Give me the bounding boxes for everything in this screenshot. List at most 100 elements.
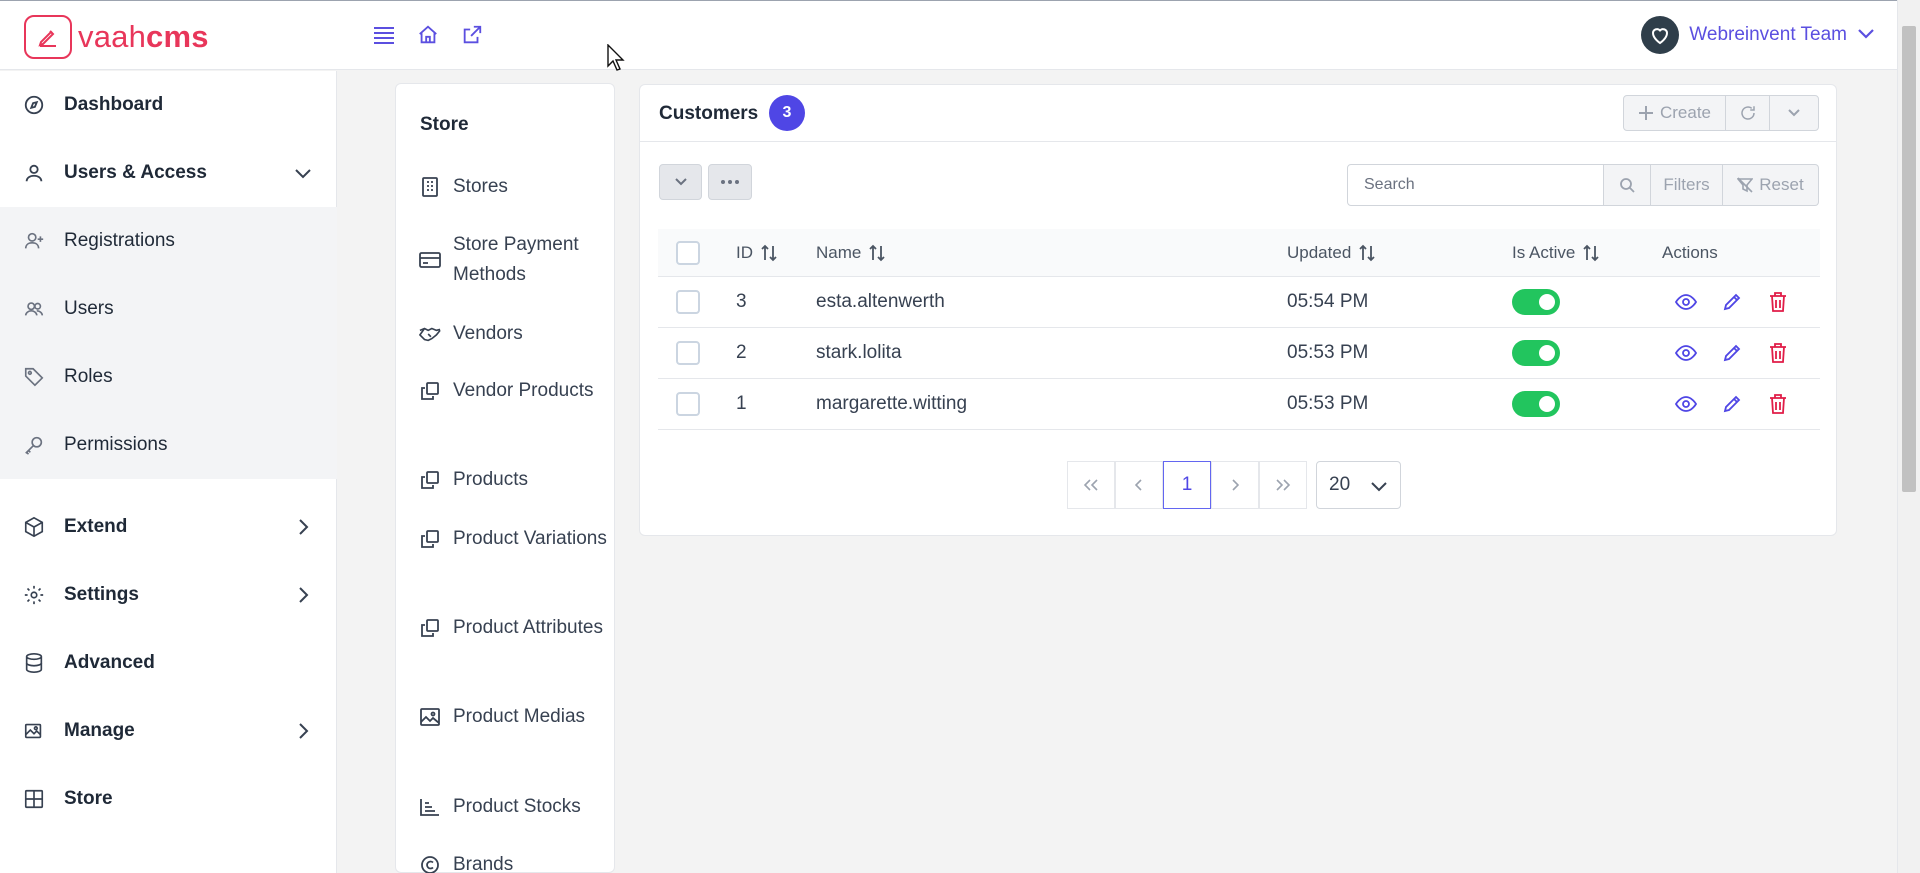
submenu-item-stores[interactable]: Stores [419,172,609,202]
search-button[interactable] [1604,164,1651,206]
clone-icon [419,617,441,639]
sidebar-item-label: Roles [64,366,113,387]
edit-icon[interactable] [1718,288,1746,316]
submenu-item-product-medias[interactable]: Product Medias [419,702,609,732]
first-page-button[interactable] [1067,461,1115,509]
create-button[interactable]: Create [1624,96,1726,130]
page-button-current[interactable]: 1 [1163,461,1211,509]
sidebar-item-label: Manage [64,720,135,741]
view-icon[interactable] [1672,390,1700,418]
submenu-item-brands[interactable]: Brands [419,850,609,873]
card-header: Customers 3 Create [640,85,1836,142]
next-page-button[interactable] [1211,461,1259,509]
reset-button-label: Reset [1759,175,1804,194]
column-header-is-active[interactable]: Is Active [1512,229,1599,276]
column-header-name[interactable]: Name [816,229,885,276]
cell-id: 1 [736,393,747,414]
key-icon [22,433,46,457]
submenu-item-store-payment-methods[interactable]: Store Payment Methods [419,230,609,290]
sidebar-item-users[interactable]: Users [0,275,337,343]
bulk-actions-dropdown[interactable] [659,164,702,200]
table-header: ID Name Updated Is Active Actions [658,229,1820,277]
sidebar-item-manage[interactable]: Manage [0,697,337,765]
sidebar-item-registrations[interactable]: Registrations [0,207,337,275]
last-page-button[interactable] [1259,461,1307,509]
table-row: 1 margarette.witting 05:53 PM [658,379,1820,430]
sidebar-item-label: Users [64,298,114,319]
chevron-down-icon [1787,108,1801,118]
external-link-icon[interactable] [460,23,484,47]
chevron-left-icon [1135,479,1143,491]
submenu-item-product-variations[interactable]: Product Variations [419,524,609,554]
submenu-item-label: Product Medias [453,706,586,727]
trash-icon[interactable] [1764,288,1792,316]
row-checkbox[interactable] [676,392,700,416]
submenu-item-vendors[interactable]: Vendors [419,319,609,349]
more-actions-button[interactable] [708,164,752,200]
view-icon[interactable] [1672,339,1700,367]
column-header-updated[interactable]: Updated [1287,229,1375,276]
previous-page-button[interactable] [1115,461,1163,509]
logo[interactable]: vaahcms [24,15,209,59]
sort-icon[interactable] [1583,244,1599,262]
sidebar-item-settings[interactable]: Settings [0,561,337,629]
cell-updated: 05:53 PM [1287,393,1369,414]
sort-icon[interactable] [869,244,885,262]
clone-icon [419,380,441,402]
clone-icon [419,469,441,491]
vertical-scrollbar[interactable] [1897,0,1920,873]
mouse-cursor-icon [607,43,627,77]
submenu-item-products[interactable]: Products [419,465,609,495]
refresh-button[interactable] [1726,96,1770,130]
is-active-toggle[interactable] [1512,391,1560,417]
view-icon[interactable] [1672,288,1700,316]
sort-icon[interactable] [1359,244,1375,262]
column-header-id[interactable]: ID [736,229,777,276]
sidebar-item-users-access[interactable]: Users & Access [0,139,337,207]
submenu-item-product-attributes[interactable]: Product Attributes [419,613,609,643]
page-title: Customers [659,103,759,124]
sidebar-item-dashboard[interactable]: Dashboard [0,71,337,139]
top-bar: vaahcms Webreinvent Team [0,0,1897,70]
gear-icon [22,583,46,607]
sort-icon[interactable] [761,244,777,262]
submenu-item-label: Products [453,469,528,490]
trash-icon[interactable] [1764,390,1792,418]
submenu-title: Store [420,114,469,135]
sidebar-item-extend[interactable]: Extend [0,493,337,561]
row-checkbox[interactable] [676,341,700,365]
is-active-toggle[interactable] [1512,340,1560,366]
scrollbar-thumb[interactable] [1902,26,1916,492]
home-icon[interactable] [416,23,440,47]
submenu-item-label: Vendor Products [453,380,594,401]
submenu-item-label: Product Attributes [453,617,603,638]
trash-icon[interactable] [1764,339,1792,367]
sidebar-item-store[interactable]: Store [0,765,337,833]
search-bar: Filters Reset [1347,164,1819,206]
is-active-toggle[interactable] [1512,289,1560,315]
reset-button[interactable]: Reset [1723,164,1819,206]
sidebar-item-advanced[interactable]: Advanced [0,629,337,697]
select-all-checkbox[interactable] [676,240,700,265]
edit-icon[interactable] [1718,339,1746,367]
more-options-dropdown[interactable] [1770,96,1818,130]
user-plus-icon [22,229,46,253]
sidebar-item-permissions[interactable]: Permissions [0,411,337,479]
sidebar-item-label: Extend [64,516,128,537]
rows-per-page-select[interactable]: 20 [1316,461,1401,509]
sidebar-item-label: Permissions [64,434,168,455]
filters-button[interactable]: Filters [1651,164,1723,206]
submenu-item-label: Product Stocks [453,796,581,817]
search-input[interactable] [1347,164,1604,206]
row-checkbox[interactable] [676,290,700,314]
user-menu[interactable]: Webreinvent Team [1641,16,1875,54]
edit-icon[interactable] [1718,390,1746,418]
submenu-item-label: Vendors [453,323,523,344]
submenu-item-vendor-products[interactable]: Vendor Products [419,376,609,406]
submenu-item-product-stocks[interactable]: Product Stocks [419,792,609,822]
logo-pencil-icon [24,15,72,59]
submenu-item-label: Product Variations [453,528,607,549]
sidebar-item-roles[interactable]: Roles [0,343,337,411]
menu-icon[interactable] [372,23,396,47]
table-icon [22,787,46,811]
